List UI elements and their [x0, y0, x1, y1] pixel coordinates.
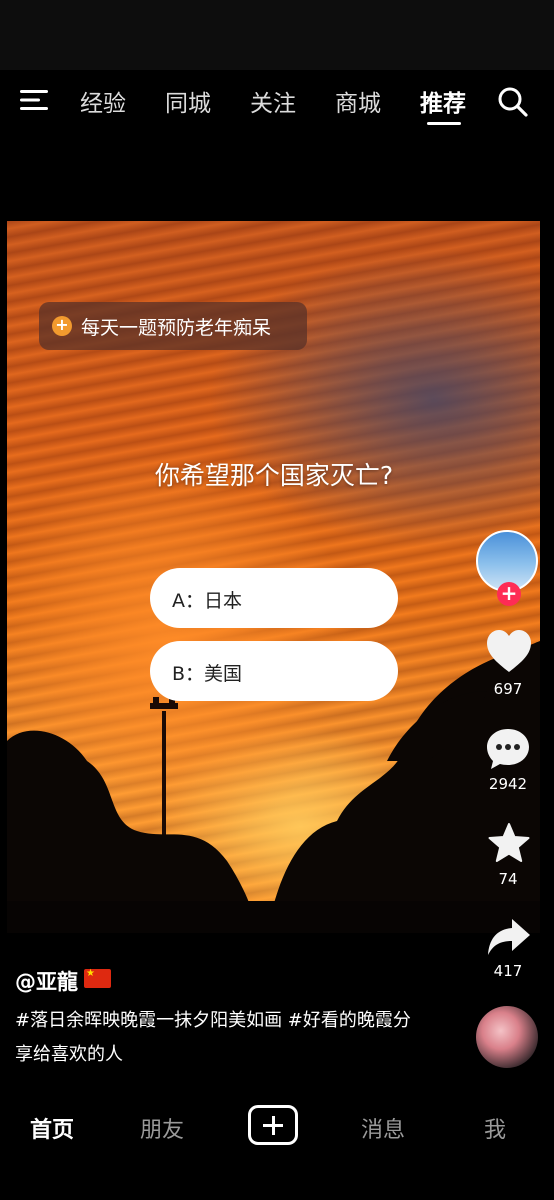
nav-messages[interactable]: 消息: [361, 1112, 405, 1144]
option-b-label: B：美国: [172, 663, 243, 685]
bottom-navigation: 首页 朋友 消息 我: [0, 1090, 554, 1200]
nav-home[interactable]: 首页: [30, 1112, 74, 1144]
tab-same-city[interactable]: 同城: [165, 84, 211, 118]
status-bar: [0, 0, 554, 70]
follow-plus-icon[interactable]: +: [497, 582, 521, 606]
option-a-label: A：日本: [172, 590, 242, 612]
post-caption[interactable]: #落日余晖映晚霞一抹夕阳美如画 #好看的晚霞分享给喜欢的人: [15, 1004, 415, 1072]
music-disc-avatar[interactable]: [476, 1006, 538, 1068]
author-name[interactable]: @亚龍: [15, 966, 78, 996]
quiz-promo-tag[interactable]: 每天一题预防老年痴呆: [39, 302, 307, 350]
create-post-plus-icon[interactable]: [248, 1105, 298, 1145]
top-navigation: 经验 同城 关注 商城 推荐: [0, 70, 554, 134]
tab-following[interactable]: 关注: [250, 84, 296, 118]
quiz-question: 你希望那个国家灭亡?: [154, 461, 394, 490]
share-count: 417: [493, 962, 523, 980]
add-circle-icon: [52, 315, 72, 336]
nav-me[interactable]: 我: [484, 1112, 506, 1144]
quiz-option-a[interactable]: A：日本: [150, 568, 398, 628]
nav-friends[interactable]: 朋友: [140, 1112, 184, 1144]
favorite-count: 74: [498, 870, 518, 888]
comment-icon[interactable]: [485, 727, 531, 771]
quiz-option-b[interactable]: B：美国: [150, 641, 398, 701]
menu-icon[interactable]: [20, 88, 50, 112]
heart-icon[interactable]: [486, 630, 532, 674]
comment-count: 2942: [488, 775, 528, 793]
share-icon[interactable]: [486, 917, 532, 957]
china-flag-icon: [84, 968, 111, 988]
active-tab-indicator: [427, 122, 461, 125]
favorite-star-icon[interactable]: [487, 822, 531, 866]
like-count: 697: [493, 680, 523, 698]
promo-label: 每天一题预防老年痴呆: [81, 317, 272, 339]
tab-recommended[interactable]: 推荐: [420, 84, 466, 118]
search-icon[interactable]: [497, 86, 529, 118]
tab-experience[interactable]: 经验: [80, 84, 126, 118]
tab-mall[interactable]: 商城: [335, 84, 381, 118]
